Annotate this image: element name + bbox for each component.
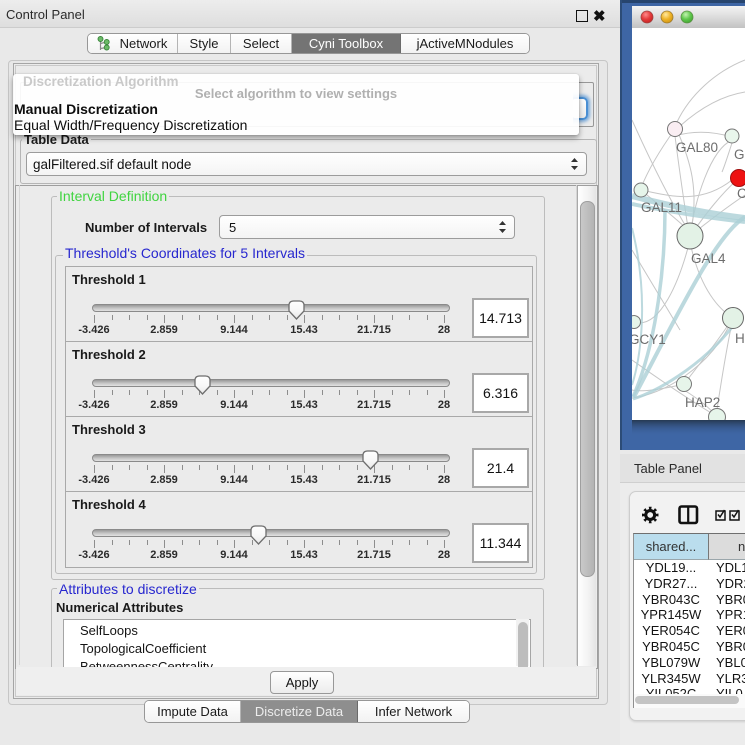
svg-text:C: C bbox=[737, 186, 745, 201]
svg-text:G: G bbox=[734, 147, 745, 162]
svg-text:GAL11: GAL11 bbox=[641, 200, 682, 215]
svg-text:GCY1: GCY1 bbox=[629, 332, 666, 347]
svg-text:GAL80: GAL80 bbox=[676, 140, 718, 155]
svg-text:H: H bbox=[735, 331, 745, 346]
svg-text:GAL4: GAL4 bbox=[691, 251, 726, 266]
svg-text:HAP2: HAP2 bbox=[685, 395, 720, 410]
